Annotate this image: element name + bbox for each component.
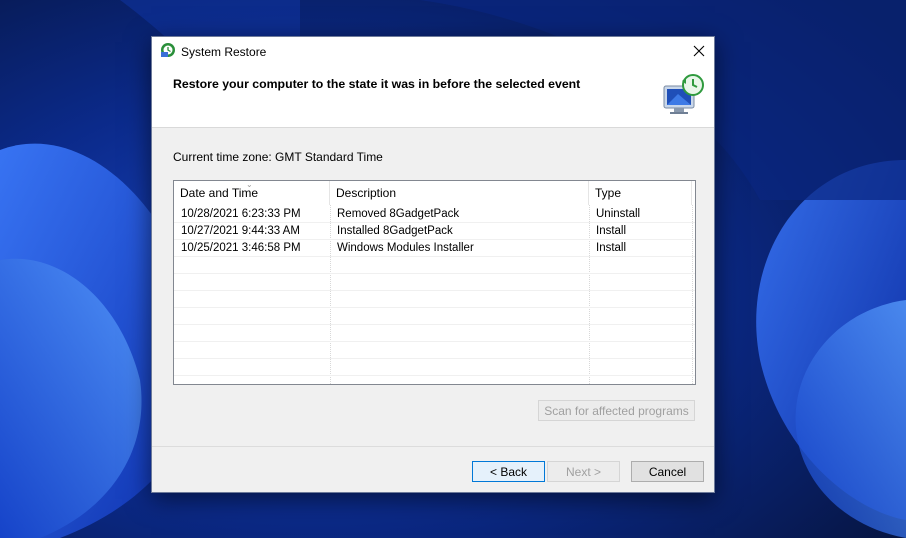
list-header: ⌄ Date and Time Description Type <box>174 181 695 205</box>
empty-row <box>174 257 695 274</box>
column-header-description-label: Description <box>336 186 397 200</box>
cell-type: Uninstall <box>596 208 641 220</box>
scan-affected-programs-button[interactable]: Scan for affected programs <box>538 400 695 421</box>
empty-row <box>174 291 695 308</box>
header-band: Restore your computer to the state it wa… <box>152 67 714 128</box>
cell-description: Installed 8GadgetPack <box>337 225 453 237</box>
column-header-description[interactable]: Description <box>330 181 589 205</box>
timezone-label: Current time zone: GMT Standard Time <box>173 150 383 164</box>
cell-type: Install <box>596 242 627 254</box>
cell-description: Windows Modules Installer <box>337 242 474 254</box>
column-header-date[interactable]: ⌄ Date and Time <box>174 181 330 205</box>
empty-row <box>174 308 695 325</box>
cell-date: 10/27/2021 9:44:33 AM <box>181 225 300 237</box>
close-button[interactable] <box>684 37 714 65</box>
restore-points-list[interactable]: ⌄ Date and Time Description Type 10/28/2… <box>173 180 696 385</box>
next-button[interactable]: Next > <box>547 461 620 482</box>
table-row[interactable]: 10/25/2021 3:46:58 PM Windows Modules In… <box>174 240 695 257</box>
empty-row <box>174 342 695 359</box>
table-row[interactable]: 10/28/2021 6:23:33 PM Removed 8GadgetPac… <box>174 206 695 223</box>
cell-description: Removed 8GadgetPack <box>337 208 460 220</box>
system-restore-app-icon <box>161 43 175 57</box>
title-bar[interactable]: System Restore <box>152 37 714 67</box>
empty-row <box>174 325 695 342</box>
window-title: System Restore <box>181 45 267 59</box>
list-rows: 10/28/2021 6:23:33 PM Removed 8GadgetPac… <box>174 206 695 376</box>
empty-row <box>174 274 695 291</box>
back-button[interactable]: < Back <box>472 461 545 482</box>
column-header-type-label: Type <box>595 186 622 200</box>
cancel-button[interactable]: Cancel <box>631 461 704 482</box>
cell-date: 10/25/2021 3:46:58 PM <box>181 242 301 254</box>
cell-type: Install <box>596 225 627 237</box>
table-row[interactable]: 10/27/2021 9:44:33 AM Installed 8GadgetP… <box>174 223 695 240</box>
sort-down-icon: ⌄ <box>246 180 253 189</box>
column-header-type[interactable]: Type <box>589 181 692 205</box>
system-restore-icon <box>663 74 704 114</box>
footer-separator <box>152 446 714 447</box>
cell-date: 10/28/2021 6:23:33 PM <box>181 208 301 220</box>
empty-row <box>174 359 695 376</box>
close-icon <box>693 45 705 57</box>
system-restore-dialog: System Restore Restore your computer to … <box>151 36 715 493</box>
page-instruction: Restore your computer to the state it wa… <box>173 77 581 91</box>
